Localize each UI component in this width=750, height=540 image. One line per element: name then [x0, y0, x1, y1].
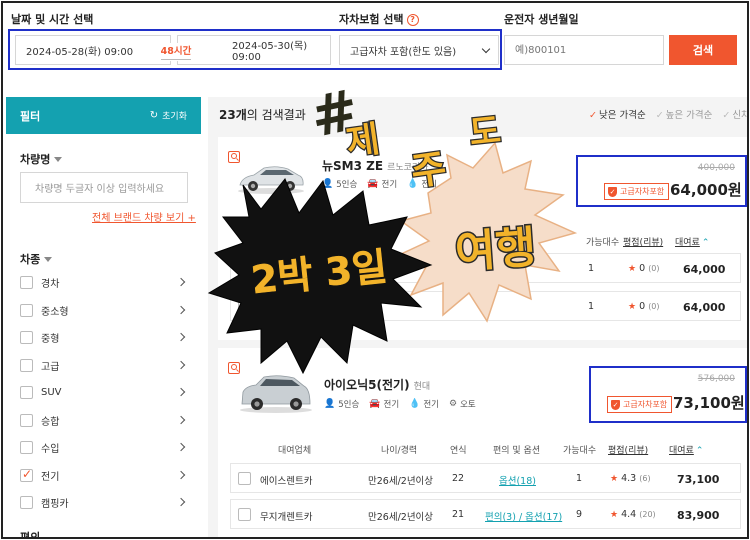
screenshot-frame: 날짜 및 시간 선택 자차보험 선택? 운전자 생년월일 2024-05-28(…: [1, 1, 749, 539]
sticker-do: 도: [467, 111, 502, 154]
sticker-je: 제: [344, 119, 383, 164]
sticker-overlay: # 제 주 도 여행 2박 3일: [207, 77, 578, 375]
sticker-trip: 여행: [453, 222, 537, 279]
sticker-ju: 주: [408, 146, 449, 194]
